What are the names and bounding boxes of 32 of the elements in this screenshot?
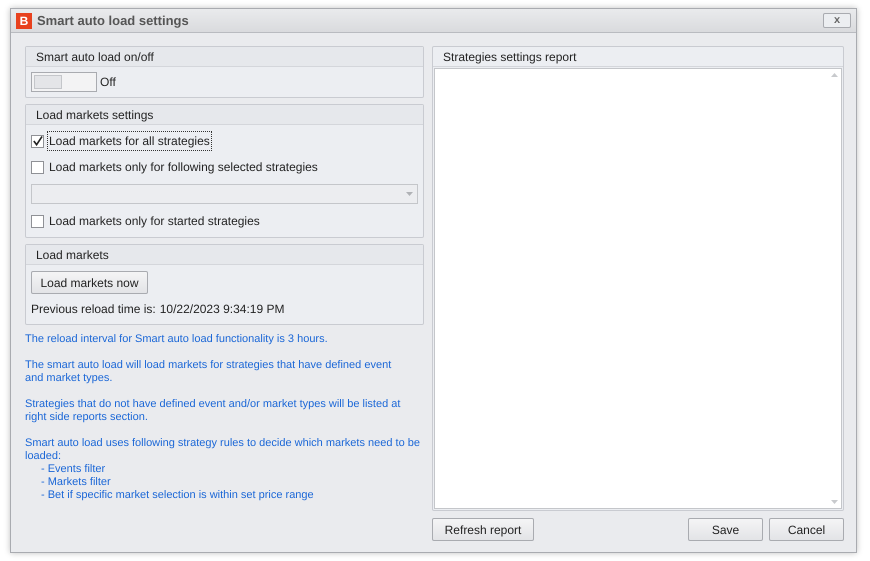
scroll-up-icon[interactable] <box>830 73 838 77</box>
app-logo-icon: B <box>16 12 32 28</box>
load-markets-button[interactable]: Load markets now <box>31 271 148 294</box>
caret-icon <box>406 192 413 196</box>
refresh-report-button[interactable]: Refresh report <box>432 518 534 541</box>
group-title: Load markets <box>36 246 109 264</box>
rule-item: - Bet if specific market selection is within set price range <box>41 489 315 502</box>
rule-item: - Events filter <box>41 463 106 476</box>
checkbox-label[interactable]: Load markets only for started strategies <box>47 211 262 231</box>
checkbox[interactable] <box>31 134 44 148</box>
window-title: Smart auto load settings <box>37 12 189 30</box>
reload-time: 10/22/2023 9:34:19 PM <box>160 301 284 318</box>
info-paragraph: The smart auto load will load markets for strategies that have defined event and market types. <box>25 359 392 385</box>
info-paragraph: Strategies that do not have defined event and/or market types will be listed at right side reports section. <box>25 398 402 424</box>
report-title: Strategies settings report <box>443 48 576 66</box>
checkbox[interactable] <box>31 214 44 228</box>
info-paragraph: Smart auto load uses following strategy rules to decide which markets need to be loaded: <box>25 437 421 463</box>
checkbox-label[interactable]: Load markets for all strategies <box>47 131 212 151</box>
info-paragraph: The reload interval for Smart auto load functionality is 3 hours. <box>25 333 329 346</box>
reload-label: Previous reload time is: <box>31 301 156 318</box>
group-title: Load markets settings <box>36 106 154 124</box>
group-title: Smart auto load on/off <box>36 48 154 66</box>
toggle-state-label: Off <box>100 74 116 91</box>
checkbox-label[interactable]: Load markets only for following selected strategies <box>47 157 320 177</box>
rule-item: - Markets filter <box>41 476 112 489</box>
close-button[interactable]: x <box>823 13 851 28</box>
save-button[interactable]: Save <box>688 518 763 541</box>
cancel-button[interactable]: Cancel <box>769 518 844 541</box>
scroll-down-icon[interactable] <box>830 500 838 504</box>
strategy-dropdown[interactable] <box>31 184 418 204</box>
checkbox[interactable] <box>31 160 44 174</box>
toggle-switch[interactable] <box>31 72 97 92</box>
